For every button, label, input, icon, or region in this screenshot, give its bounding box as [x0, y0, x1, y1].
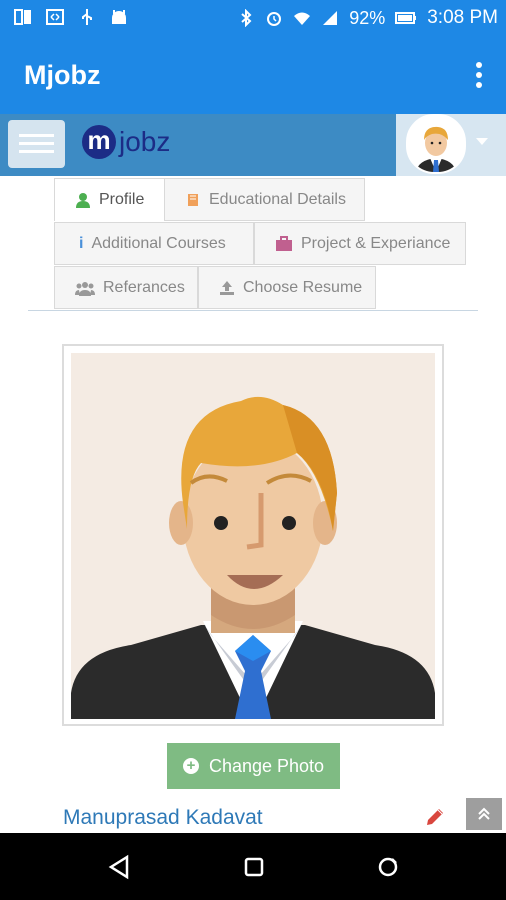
recents-icon[interactable]	[374, 853, 402, 881]
app-bar: Mjobz	[0, 38, 506, 114]
clock: 3:08 PM	[427, 7, 498, 28]
tab-label: Referances	[103, 278, 185, 296]
code-icon	[46, 9, 64, 25]
book-icon	[188, 193, 198, 206]
avatar[interactable]	[406, 114, 466, 174]
home-icon[interactable]	[240, 853, 268, 881]
logo-m: m	[82, 125, 116, 159]
change-photo-label: Change Photo	[208, 755, 325, 776]
tab-additional-courses[interactable]: i Additional Courses	[54, 222, 254, 265]
upload-icon	[220, 280, 234, 295]
hamburger-menu-button[interactable]	[8, 120, 65, 168]
double-chevron-up-icon	[478, 807, 490, 820]
user-menu[interactable]	[396, 114, 506, 176]
android-icon	[112, 10, 126, 24]
more-vert-icon[interactable]	[476, 62, 482, 92]
logo-text: jobz	[119, 126, 171, 157]
profile-name-link[interactable]: Manuprasad Kadavat	[63, 806, 263, 830]
tab-label: Educational Details	[209, 190, 346, 208]
site-logo[interactable]: m jobz	[82, 125, 170, 159]
users-icon	[75, 281, 95, 296]
battery-percent: 92%	[349, 7, 386, 28]
tab-label: Additional Courses	[91, 234, 226, 252]
app-title: Mjobz	[24, 60, 101, 90]
caret-down-icon[interactable]	[476, 138, 488, 145]
briefcase-icon	[276, 235, 292, 251]
system-nav-bar	[0, 833, 506, 900]
wifi-icon	[294, 12, 311, 25]
profile-photo	[71, 353, 435, 719]
bluetooth-icon	[241, 9, 252, 27]
tab-referances[interactable]: Referances	[54, 266, 198, 309]
tab-educational-details[interactable]: Educational Details	[164, 178, 365, 221]
tab-project-experiance[interactable]: Project & Experiance	[254, 222, 466, 265]
plus-circle-icon: +	[182, 758, 199, 774]
change-photo-button[interactable]: + Change Photo	[167, 743, 340, 789]
tab-choose-resume[interactable]: Choose Resume	[198, 266, 376, 309]
pencil-icon[interactable]	[424, 806, 446, 828]
screen-icon	[14, 9, 31, 25]
tab-label: Project & Experiance	[301, 234, 451, 252]
battery-icon	[395, 12, 417, 24]
scroll-top-button[interactable]	[466, 798, 502, 830]
alarm-icon	[267, 12, 282, 26]
status-bar: 92% 3:08 PM	[0, 0, 506, 38]
tab-label: Profile	[99, 191, 145, 208]
signal-icon	[323, 11, 338, 25]
tabs-divider	[28, 310, 478, 311]
info-icon: i	[79, 234, 84, 252]
back-icon[interactable]	[105, 853, 133, 881]
usb-icon	[82, 9, 92, 25]
tab-profile[interactable]: Profile	[54, 178, 165, 221]
profile-photo-frame	[62, 344, 444, 726]
tab-label: Choose Resume	[243, 278, 363, 296]
user-icon	[76, 193, 90, 208]
